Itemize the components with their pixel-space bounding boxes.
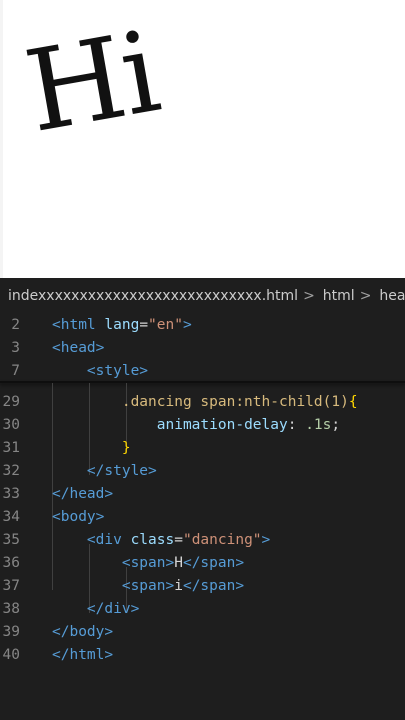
code-line[interactable]: 36 <span>H</span> [0, 552, 405, 575]
line-number: 29 [2, 394, 20, 410]
sticky-line[interactable]: 3 <head> [0, 337, 405, 360]
token-tag: <span> [121, 578, 175, 594]
token-num: .1s [305, 417, 332, 433]
browser-preview: Hi [0, 0, 405, 278]
line-code: <span>H</span> [52, 552, 244, 575]
token-tag: </span> [182, 555, 245, 571]
line-number: 30 [2, 417, 20, 433]
line-number: 31 [2, 440, 20, 456]
token-tag: > [182, 317, 192, 333]
code-line[interactable]: 32 </style> [0, 460, 405, 483]
token-attr: class [130, 532, 175, 548]
line-code: </html> [52, 644, 113, 667]
token-tag: <div [86, 532, 131, 548]
token-txt: i [174, 578, 183, 594]
token-tag: <style> [86, 363, 149, 379]
token-txt: H [174, 555, 183, 571]
code-line[interactable]: 37 <span>i</span> [0, 575, 405, 598]
token-tag: <head> [52, 340, 105, 356]
token-str: "en" [148, 317, 183, 333]
code-line[interactable]: 34 <body> [0, 506, 405, 529]
token-tag: </html> [52, 647, 114, 663]
line-number: 37 [2, 578, 20, 594]
line-code: <html lang="en"> [52, 314, 192, 337]
line-code: <body> [52, 506, 104, 529]
code-line[interactable]: 31 } [0, 437, 405, 460]
line-number: 32 [2, 463, 20, 479]
token-brace: { [348, 394, 358, 410]
sticky-scroll-divider [0, 381, 405, 383]
token-prop: animation-delay [156, 417, 288, 433]
token-str: "dancing" [182, 532, 262, 548]
sticky-line[interactable]: 2 <html lang="en"> [0, 314, 405, 337]
line-code: <span>i</span> [52, 575, 244, 598]
line-number: 40 [2, 647, 20, 663]
code-line[interactable]: 29 .dancing span:nth-child(1){ [0, 391, 405, 414]
token-tag: <html [52, 317, 105, 333]
token-tag: </head> [52, 486, 114, 502]
line-number: 39 [2, 624, 20, 640]
token-tag: </span> [182, 578, 245, 594]
breadcrumb-item-html[interactable]: html [323, 288, 355, 304]
token-tag: > [261, 532, 271, 548]
line-code: .dancing span:nth-child(1){ [52, 391, 358, 414]
chevron-right-icon: > [359, 288, 372, 304]
line-number: 34 [2, 509, 20, 525]
token-tag: </style> [86, 463, 157, 479]
token-tag: <span> [121, 555, 175, 571]
code-line[interactable]: 30 animation-delay: .1s; [0, 414, 405, 437]
token-txt: = [139, 317, 149, 333]
line-number: 3 [11, 340, 20, 356]
line-code: } [52, 437, 131, 460]
line-code: <div class="dancing"> [52, 529, 270, 552]
line-code: </body> [52, 621, 113, 644]
token-tag: <body> [52, 509, 105, 525]
token-tag: </div> [86, 601, 140, 617]
breadcrumb-file[interactable]: indexxxxxxxxxxxxxxxxxxxxxxxxxxx.html [8, 288, 298, 304]
dancing-text: Hi [16, 7, 167, 159]
code-editor[interactable]: indexxxxxxxxxxxxxxxxxxxxxxxxxxx.html > h… [0, 278, 405, 720]
code-line[interactable]: 38 </div> [0, 598, 405, 621]
line-code: </head> [52, 483, 113, 506]
line-code: </style> [52, 460, 157, 483]
code-line[interactable]: 40 </html> [0, 644, 405, 667]
line-code: </div> [52, 598, 139, 621]
line-number: 36 [2, 555, 20, 571]
line-number: 38 [2, 601, 20, 617]
sticky-line[interactable]: 7 <style> [0, 360, 405, 383]
line-code: <style> [52, 360, 148, 383]
breadcrumb-item-head[interactable]: head [379, 288, 405, 304]
code-line[interactable]: 39 </body> [0, 621, 405, 644]
token-txt: ; [331, 417, 341, 433]
token-tag: </body> [52, 624, 114, 640]
line-number: 7 [11, 363, 20, 379]
token-attr: lang [104, 317, 140, 333]
line-number: 2 [11, 317, 20, 333]
breadcrumb: indexxxxxxxxxxxxxxxxxxxxxxxxxxx.html > h… [0, 278, 405, 314]
code-line[interactable]: 35 <div class="dancing"> [0, 529, 405, 552]
token-txt: = [174, 532, 183, 548]
code-line[interactable]: 33 </head> [0, 483, 405, 506]
token-txt: : [287, 417, 306, 433]
preview-edge [0, 0, 3, 278]
line-code: animation-delay: .1s; [52, 414, 340, 437]
token-sel: .dancing span:nth-child(1) [121, 394, 349, 410]
line-code: <head> [52, 337, 104, 360]
chevron-right-icon: > [303, 288, 315, 304]
line-number: 35 [2, 532, 20, 548]
token-brace: } [121, 440, 131, 456]
line-number: 33 [2, 486, 20, 502]
